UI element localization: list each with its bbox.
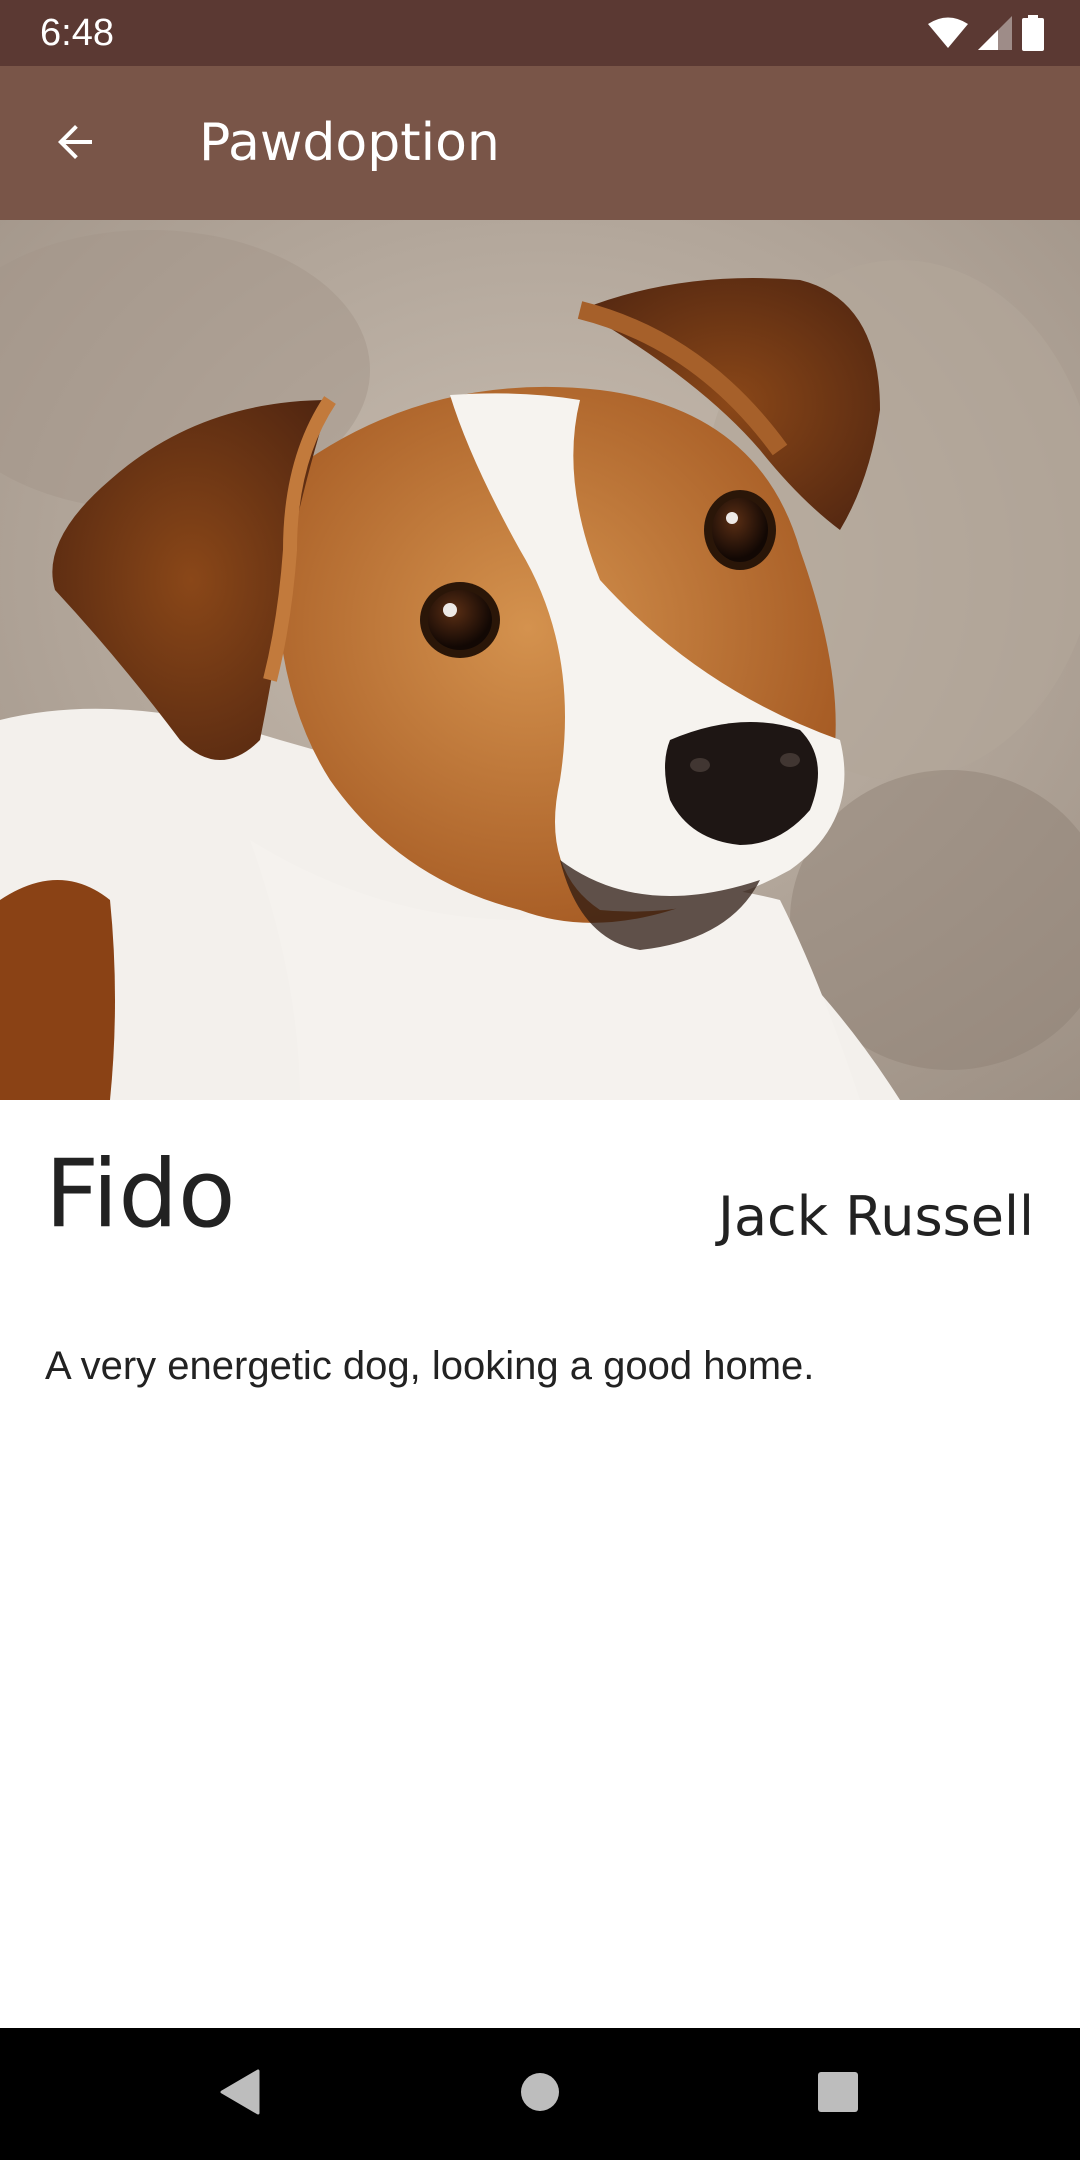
pet-name: Fido [45,1140,236,1249]
battery-icon [1022,15,1044,51]
app-title: Pawdoption [199,113,500,173]
status-icons [928,14,1044,52]
cellular-signal-icon [978,16,1012,50]
home-circle-icon [519,2071,561,2118]
pet-description: A very energetic dog, looking a good hom… [45,1344,815,1388]
nav-home-button[interactable] [500,2054,580,2134]
nav-back-button[interactable] [200,2054,280,2134]
wifi-icon [928,17,968,49]
pet-breed: Jack Russell [718,1185,1034,1248]
pet-detail-screen: 6:48 Pawdoption Fido Jack Russell A very… [0,0,1080,2160]
back-triangle-icon [220,2069,260,2120]
status-time: 6:48 [40,12,114,54]
nav-recents-button[interactable] [798,2054,878,2134]
recents-square-icon [817,2071,859,2118]
pet-photo [0,220,1080,1100]
app-bar: Pawdoption [0,66,1080,220]
arrow-left-icon [52,118,100,171]
navigation-bar [0,2028,1080,2160]
back-button[interactable] [36,108,116,180]
status-bar: 6:48 [0,0,1080,66]
